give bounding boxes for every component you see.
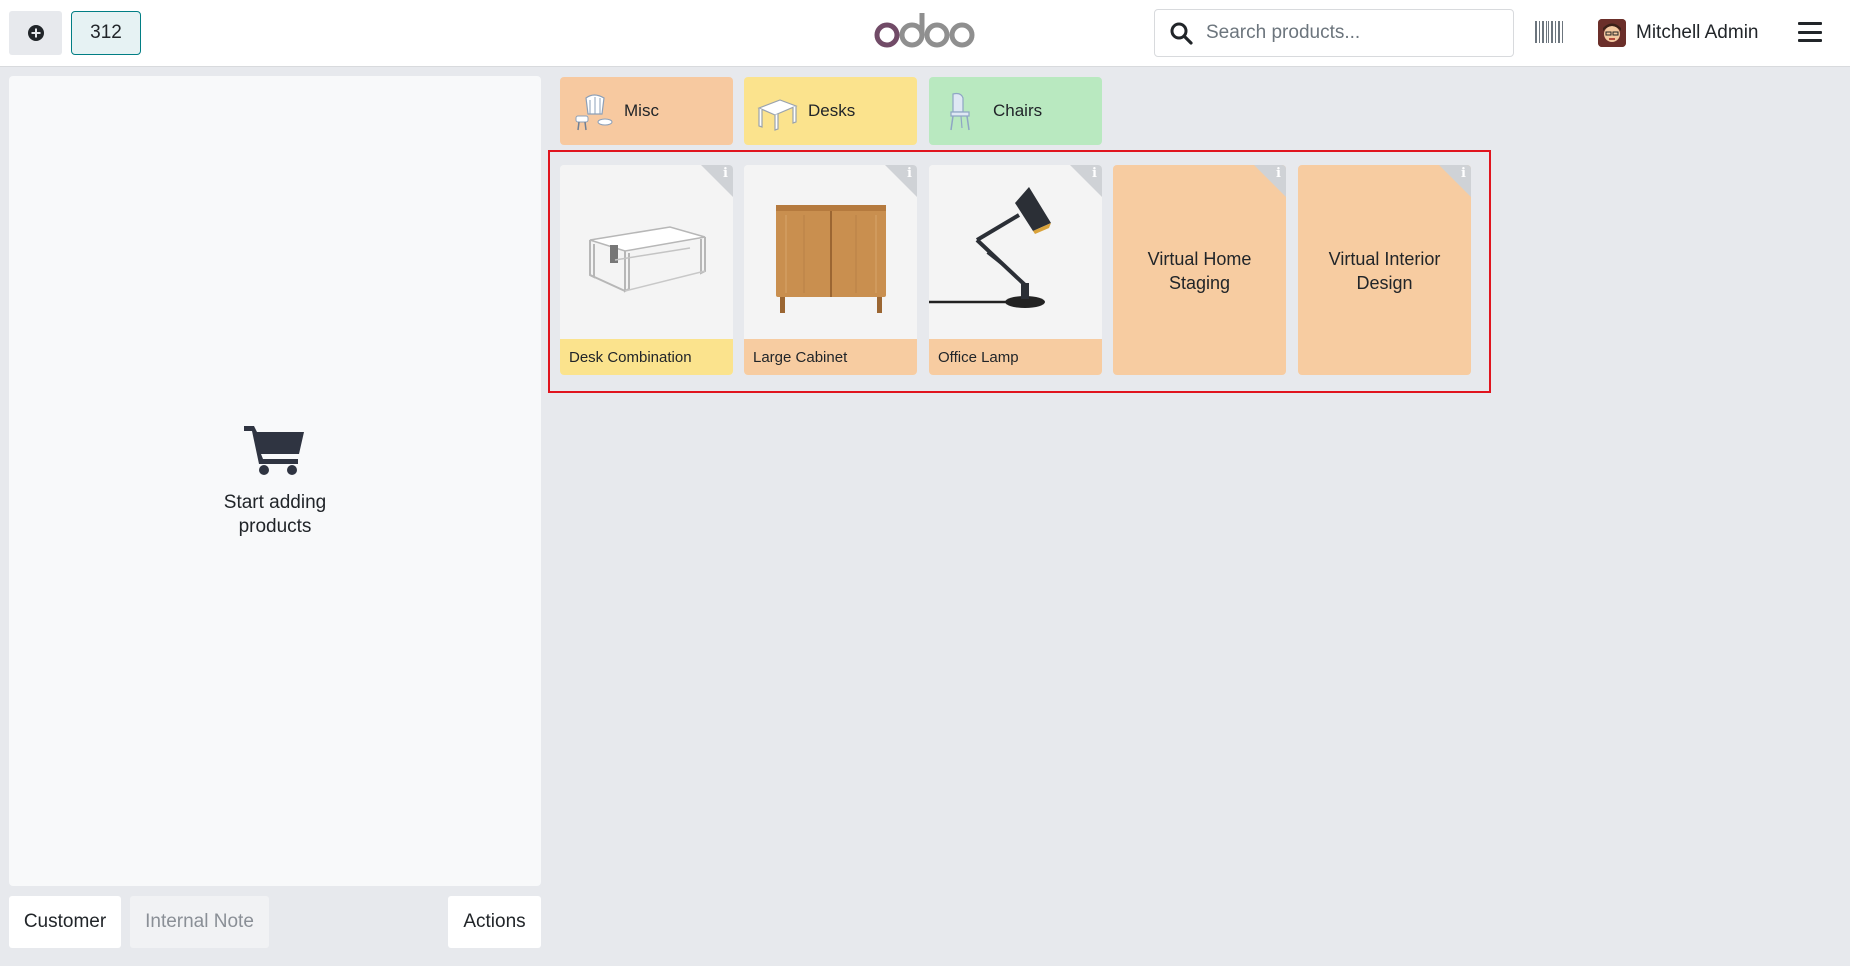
category-label: Desks — [808, 101, 856, 120]
shopping-cart-icon — [244, 426, 304, 475]
empty-cart-state: Start adding products — [9, 422, 541, 539]
product-name: Large Cabinet — [744, 339, 917, 375]
product-info-icon[interactable]: i — [885, 165, 917, 197]
product-search-box[interactable] — [1154, 9, 1514, 57]
product-name: Virtual Interior Design — [1328, 249, 1441, 293]
product-card-large-cabinet[interactable]: Large Cabinet i — [744, 165, 917, 375]
avatar — [1598, 19, 1626, 47]
product-name: Virtual Home Staging — [1147, 249, 1252, 293]
empty-cart-message: Start adding products — [223, 492, 327, 537]
product-info-icon[interactable]: i — [1070, 165, 1102, 197]
actions-button[interactable]: Actions — [448, 896, 541, 948]
user-name: Mitchell Admin — [1636, 22, 1759, 43]
search-icon — [1168, 20, 1194, 46]
product-card-office-lamp[interactable]: Office Lamp i — [929, 165, 1102, 375]
product-card-virtual-home-staging[interactable]: Virtual Home Staging i — [1113, 165, 1286, 375]
order-number: 312 — [90, 22, 122, 43]
product-name: Desk Combination — [560, 339, 733, 375]
barcode-icon[interactable] — [1534, 19, 1564, 45]
product-card-virtual-interior-design[interactable]: Virtual Interior Design i — [1298, 165, 1471, 375]
category-label: Misc — [624, 101, 659, 120]
chairs-category-image — [950, 92, 970, 131]
hamburger-menu-icon[interactable] — [1797, 19, 1823, 45]
category-chairs[interactable]: Chairs — [929, 77, 1102, 145]
odoo-logo — [874, 13, 975, 48]
misc-category-image — [575, 94, 613, 131]
category-misc[interactable]: Misc — [560, 77, 733, 145]
product-card-desk-combination[interactable]: Desk Combination i — [560, 165, 733, 375]
product-info-icon[interactable]: i — [1439, 165, 1471, 197]
category-desks[interactable]: Desks — [744, 77, 917, 145]
order-tab-button[interactable]: 312 — [71, 11, 141, 55]
product-name: Office Lamp — [929, 339, 1102, 375]
category-label: Chairs — [993, 101, 1043, 120]
customer-button[interactable]: Customer — [9, 896, 121, 948]
desks-category-image — [757, 99, 798, 131]
product-info-icon[interactable]: i — [701, 165, 733, 197]
user-menu[interactable]: Mitchell Admin — [1598, 18, 1759, 48]
internal-note-button[interactable]: Internal Note — [130, 896, 269, 948]
top-bar: 312 Search products... Mitchell Admin — [0, 0, 1850, 67]
search-input[interactable] — [1206, 22, 1496, 44]
plus-circle-icon — [27, 25, 44, 41]
product-info-icon[interactable]: i — [1254, 165, 1286, 197]
new-order-button[interactable] — [9, 11, 62, 55]
order-panel: Start adding products — [9, 76, 541, 886]
